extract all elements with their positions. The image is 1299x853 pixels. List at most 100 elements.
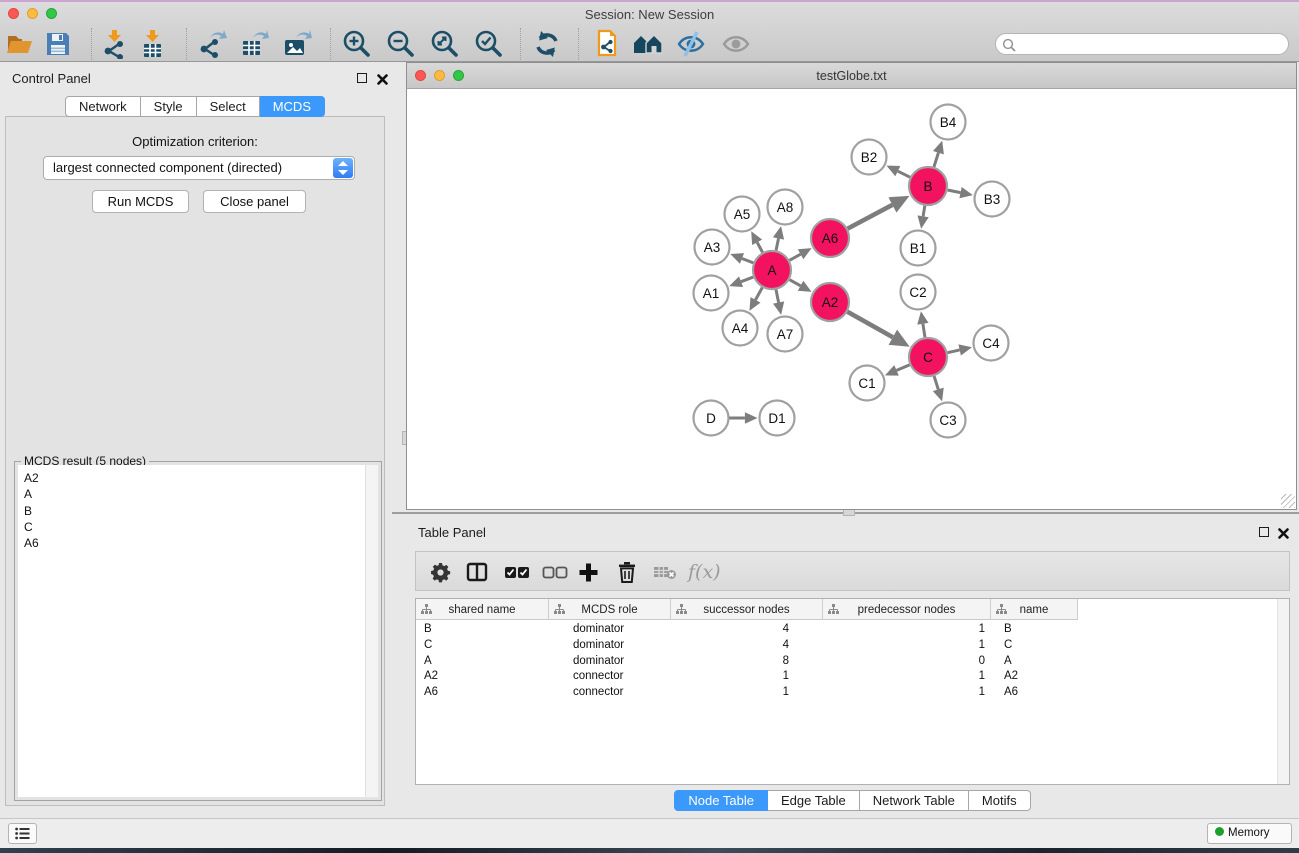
resize-grip-icon[interactable]	[1281, 494, 1295, 508]
optimization-criterion-dropdown[interactable]: largest connected component (directed)	[43, 156, 355, 180]
zoom-in-icon[interactable]	[342, 29, 372, 59]
edge-A-A2[interactable]	[790, 280, 801, 286]
table-row[interactable]: Cdominator41C	[416, 638, 1078, 654]
mcds-result-item[interactable]: A6	[24, 535, 378, 551]
table-row[interactable]: A6connector11A6	[416, 685, 1078, 701]
import-network-icon[interactable]	[100, 29, 130, 59]
close-panel-icon[interactable]	[377, 72, 388, 90]
refresh-icon[interactable]	[532, 29, 562, 59]
node-label-B3: B3	[984, 192, 1001, 207]
import-table-icon[interactable]	[138, 29, 168, 59]
edge-A-A1[interactable]	[741, 277, 753, 282]
edge-A-A8[interactable]	[776, 238, 778, 250]
edge-B-B3[interactable]	[948, 190, 961, 193]
edge-A6-B[interactable]	[848, 205, 893, 229]
edge-A-A7[interactable]	[776, 290, 779, 303]
split-table-icon[interactable]	[466, 561, 488, 583]
network-window-titlebar[interactable]: testGlobe.txt	[407, 63, 1296, 89]
edge-A-A4[interactable]	[756, 288, 763, 300]
table-cell: connector	[549, 685, 671, 701]
tab-network-table[interactable]: Network Table	[860, 790, 969, 811]
edge-C-C4[interactable]	[948, 350, 960, 353]
control-panel-title: Control Panel	[12, 71, 91, 86]
edge-B-B1[interactable]	[923, 206, 925, 217]
table-body: Bdominator41BCdominator41CAdominator80AA…	[416, 622, 1078, 701]
search-input[interactable]	[995, 33, 1289, 55]
mcds-result-item[interactable]: B	[24, 503, 378, 519]
status-bar: Memory	[0, 818, 1299, 848]
table-row[interactable]: Adominator80A	[416, 654, 1078, 670]
node-label-A8: A8	[777, 200, 794, 215]
column-header-name[interactable]: name	[991, 599, 1078, 620]
open-file-icon[interactable]	[5, 29, 35, 59]
zoom-selected-icon[interactable]	[474, 29, 504, 59]
run-mcds-button[interactable]: Run MCDS	[92, 190, 189, 213]
save-session-icon[interactable]	[43, 29, 73, 59]
gear-icon[interactable]	[430, 561, 451, 583]
table-cell: 4	[671, 622, 823, 638]
node-label-B1: B1	[910, 241, 927, 256]
column-header-successor-nodes[interactable]: successor nodes	[671, 599, 823, 620]
table-tabs: Node TableEdge TableNetwork TableMotifs	[406, 790, 1299, 811]
delete-column-icon[interactable]	[617, 561, 637, 583]
mcds-result-item[interactable]: A	[24, 486, 378, 502]
dropdown-stepper-icon[interactable]	[333, 158, 353, 178]
table-row[interactable]: Bdominator41B	[416, 622, 1078, 638]
edge-B-B4[interactable]	[934, 153, 938, 167]
close-table-panel-icon[interactable]	[1278, 526, 1289, 544]
table-cell: dominator	[549, 638, 671, 654]
tab-motifs[interactable]: Motifs	[969, 790, 1031, 811]
memory-button[interactable]: Memory	[1207, 823, 1292, 844]
horizontal-splitter-grip[interactable]	[843, 509, 855, 516]
edge-A-A6[interactable]	[790, 254, 801, 260]
float-panel-icon[interactable]	[357, 73, 367, 83]
table-cell: A	[991, 654, 1078, 670]
table-toolbar: f(x)	[415, 551, 1290, 591]
tab-style[interactable]: Style	[141, 96, 197, 117]
edge-B-B2[interactable]	[898, 171, 910, 177]
list-scrollbar[interactable]	[365, 465, 378, 797]
tab-edge-table[interactable]: Edge Table	[768, 790, 860, 811]
zoom-out-icon[interactable]	[386, 29, 416, 59]
task-history-button[interactable]	[8, 823, 37, 844]
edge-A2-C[interactable]	[847, 312, 892, 337]
table-row[interactable]: A2connector11A2	[416, 669, 1078, 685]
column-header-MCDS-role[interactable]: MCDS role	[549, 599, 671, 620]
tab-network[interactable]: Network	[65, 96, 141, 117]
edge-C-C1[interactable]	[897, 365, 910, 371]
tab-mcds[interactable]: MCDS	[260, 96, 325, 117]
add-column-icon[interactable]	[578, 561, 599, 583]
export-table-icon[interactable]	[239, 29, 269, 59]
new-network-icon[interactable]	[592, 29, 622, 59]
table-cell: B	[991, 622, 1078, 638]
node-label-A: A	[767, 263, 776, 278]
edge-A-A3[interactable]	[742, 258, 753, 262]
node-label-D: D	[706, 411, 716, 426]
tab-select[interactable]: Select	[197, 96, 260, 117]
mcds-result-item[interactable]: C	[24, 519, 378, 535]
edge-C-C2[interactable]	[923, 324, 925, 338]
show-eye-icon[interactable]	[721, 29, 751, 59]
export-image-icon[interactable]	[282, 29, 312, 59]
optimization-criterion-label: Optimization criterion:	[0, 134, 390, 149]
edge-C-C3[interactable]	[934, 376, 938, 389]
session-title: Session: New Session	[0, 7, 1299, 22]
export-network-icon[interactable]	[197, 29, 227, 59]
mcds-result-item[interactable]: A2	[24, 470, 378, 486]
close-panel-button[interactable]: Close panel	[203, 190, 306, 213]
table-scrollbar[interactable]	[1277, 599, 1289, 784]
table-cell: B	[416, 622, 549, 638]
hide-eye-icon[interactable]	[676, 29, 706, 59]
float-table-panel-icon[interactable]	[1259, 527, 1269, 537]
select-all-icon[interactable]	[504, 561, 530, 583]
table-cell: 1	[823, 638, 991, 654]
deselect-all-icon[interactable]	[542, 561, 568, 583]
network-canvas[interactable]: AA1A2A3A4A5A6A7A8BB1B2B3B4CC1C2C3C4DD1	[407, 89, 1296, 509]
node-label-C: C	[923, 350, 933, 365]
zoom-fit-icon[interactable]	[430, 29, 460, 59]
home-icon[interactable]	[633, 29, 663, 59]
edge-A-A5[interactable]	[757, 242, 762, 252]
column-header-shared-name[interactable]: shared name	[416, 599, 549, 620]
tab-node-table[interactable]: Node Table	[674, 790, 768, 811]
column-header-predecessor-nodes[interactable]: predecessor nodes	[823, 599, 991, 620]
